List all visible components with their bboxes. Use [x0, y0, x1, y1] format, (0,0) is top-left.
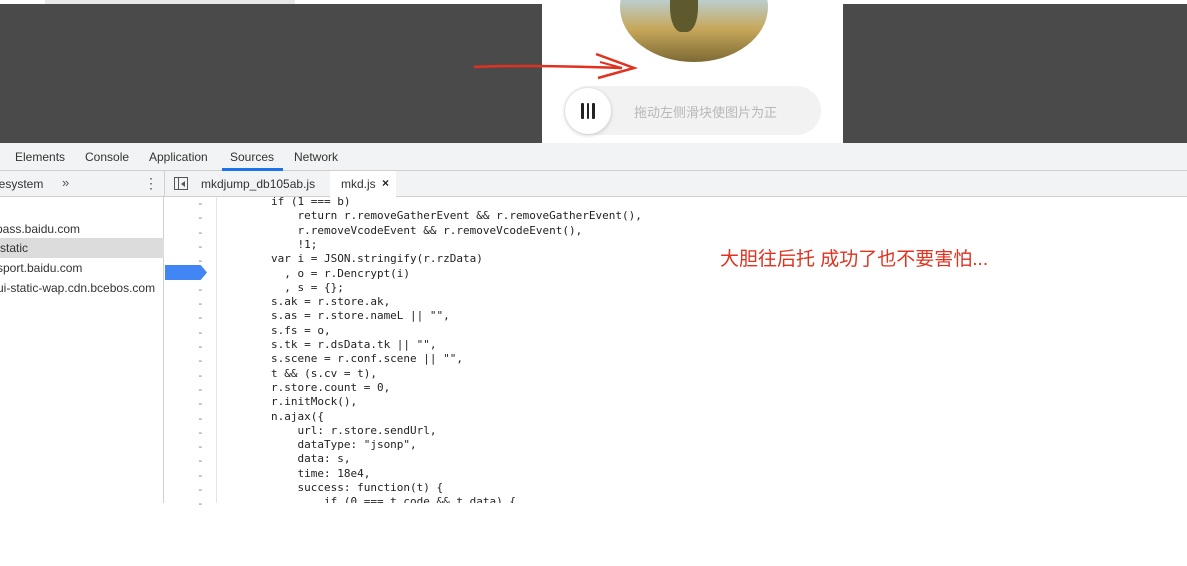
screenshot-root: 拖动左侧滑块使图片为正 Elements Console Application… [0, 0, 1187, 566]
code-line: if (1 === b) [218, 197, 351, 208]
line-gutter[interactable]: ---------------------- [165, 197, 217, 510]
code-line: , o = r.Dencrypt(i) [218, 266, 411, 280]
slider-hint: 拖动左侧滑块使图片为正 [634, 105, 778, 120]
code-line: success: function(t) { [218, 481, 444, 494]
tab-application[interactable]: Application [149, 150, 208, 164]
code-line: , s = {}; [218, 280, 344, 294]
file-navigator: pass.baidu.com static sport.baidu.com ui… [0, 197, 164, 503]
code-line: r.removeVcodeEvent && r.removeVcodeEvent… [218, 223, 583, 237]
captcha-rotated-image [620, 0, 768, 62]
grip-bar-icon [587, 103, 589, 119]
close-tab-icon[interactable]: × [382, 176, 389, 190]
code-line: s.scene = r.conf.scene || "", [218, 352, 464, 366]
page-overlay-left [0, 4, 542, 143]
gutter-marker[interactable]: - [197, 211, 205, 224]
nav-item-label: static [0, 241, 29, 255]
gutter-marker[interactable]: - [197, 440, 205, 453]
code-line: s.tk = r.dsData.tk || "", [218, 338, 437, 351]
grip-bar-icon [592, 103, 595, 119]
kebab-menu-icon[interactable]: ⋮ [144, 175, 158, 192]
divider [164, 171, 165, 197]
image-tree [670, 0, 698, 32]
gutter-marker[interactable]: - [197, 383, 205, 396]
gutter-marker[interactable]: - [197, 497, 205, 510]
tab-network[interactable]: Network [294, 150, 338, 164]
gutter-marker[interactable]: - [197, 469, 205, 482]
breakpoint-marker[interactable] [165, 265, 207, 280]
tab-console[interactable]: Console [85, 150, 129, 164]
nav-item-selected[interactable]: static [0, 238, 164, 258]
gutter-marker[interactable]: - [197, 426, 205, 439]
code-line: r.store.count = 0, [218, 380, 391, 394]
gutter-marker[interactable]: - [197, 197, 205, 210]
code-line: var i = JSON.stringify(r.rzData) [218, 252, 483, 266]
gutter-marker[interactable]: - [197, 369, 205, 382]
toggle-navigator-icon[interactable] [174, 177, 188, 190]
gutter-marker[interactable]: - [197, 340, 205, 353]
web-page-area: 拖动左侧滑块使图片为正 [0, 0, 1187, 143]
gutter-marker[interactable]: - [197, 311, 205, 324]
code-line: if (0 === t.code && t.data) { [218, 495, 517, 503]
nav-item[interactable]: pass.baidu.com [0, 219, 160, 239]
gutter-marker[interactable]: - [197, 412, 205, 425]
gutter-marker[interactable]: - [197, 297, 205, 310]
navigator-tab-filesystem[interactable]: lesystem [0, 177, 43, 191]
sources-toolbar: lesystem » ⋮ mkdjump_db105ab.js mkd.js × [0, 171, 1187, 197]
gutter-marker[interactable]: - [197, 483, 205, 496]
red-arrow-icon [473, 52, 639, 80]
code-line: t && (s.cv = t), [218, 366, 377, 380]
nav-item[interactable]: sport.baidu.com [0, 258, 161, 278]
code-line: url: r.store.sendUrl, [218, 423, 437, 437]
gutter-marker[interactable]: - [197, 226, 205, 239]
more-tabs-icon[interactable]: » [62, 175, 69, 190]
tab-elements[interactable]: Elements [15, 150, 65, 164]
code-line: time: 18e4, [218, 466, 371, 480]
grip-bar-icon [581, 103, 584, 119]
gutter-marker[interactable]: - [197, 240, 205, 253]
file-tab-mkdjump[interactable]: mkdjump_db105ab.js [201, 177, 315, 191]
devtools-panel: Elements Console Application Sources Net… [0, 143, 1187, 510]
gutter-marker[interactable]: - [197, 354, 205, 367]
code-line: return r.removeGatherEvent && r.removeGa… [218, 209, 642, 223]
code-editor[interactable]: if (1 === b) return r.removeGatherEvent … [218, 197, 1187, 503]
gutter-marker[interactable]: - [197, 454, 205, 467]
code-line: s.ak = r.store.ak, [218, 295, 391, 309]
annotation-text: 大胆往后托 成功了也不要害怕... [720, 249, 989, 270]
code-line: s.as = r.store.nameL || "", [218, 309, 450, 323]
code-line: data: s, [218, 452, 351, 466]
file-tab-mkd[interactable]: mkd.js [341, 177, 376, 191]
gutter-marker[interactable]: - [197, 283, 205, 296]
nav-item[interactable]: ui-static-wap.cdn.bcebos.com [0, 278, 161, 298]
page-overlay-right [843, 4, 1187, 143]
gutter-marker[interactable]: - [197, 397, 205, 410]
code-line: dataType: "jsonp", [218, 438, 417, 452]
code-line: n.ajax({ [218, 409, 324, 423]
code-line: r.initMock(), [218, 395, 358, 409]
slider-handle[interactable] [565, 88, 611, 134]
gutter-marker[interactable]: - [197, 326, 205, 339]
code-line: !1; [218, 237, 318, 251]
devtools-tabbar: Elements Console Application Sources Net… [0, 143, 1187, 171]
code-line: s.fs = o, [218, 323, 331, 337]
tab-sources[interactable]: Sources [230, 150, 274, 164]
